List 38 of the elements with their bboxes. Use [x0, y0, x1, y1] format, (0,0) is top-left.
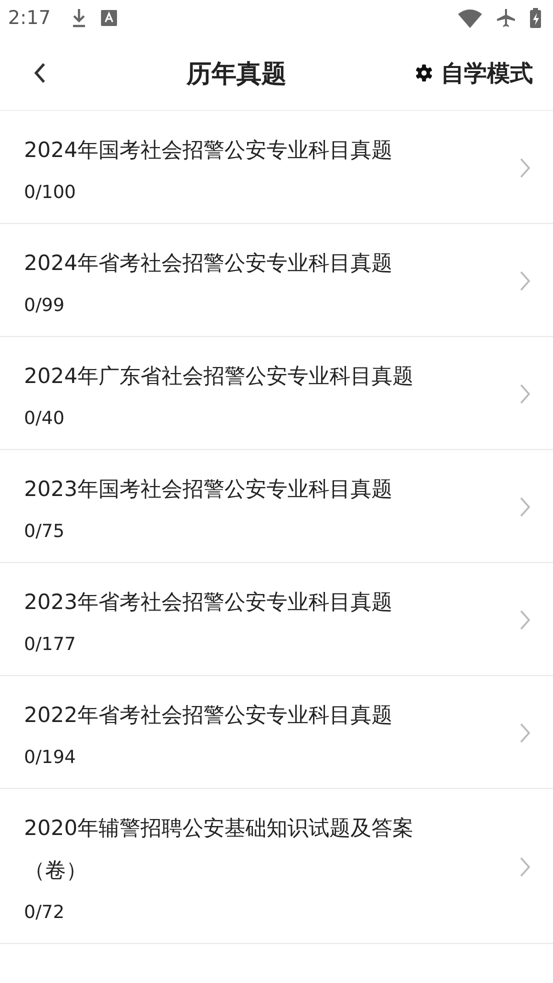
exam-list-item[interactable]: 2023年省考社会招警公安专业科目真题 0/177: [0, 563, 553, 676]
progress-count: 0/75: [24, 520, 66, 544]
exam-list-item[interactable]: 2024年国考社会招警公安专业科目真题 0/100: [0, 111, 553, 224]
chevron-right-icon: [519, 157, 531, 179]
exam-title: 2020年辅警招聘公安基础知识试题及答案（卷）: [24, 815, 414, 884]
gear-icon: [415, 64, 433, 82]
status-time: 2:17: [8, 7, 51, 29]
exam-list-item[interactable]: 2024年省考社会招警公安专业科目真题 0/99: [0, 224, 553, 337]
exam-list-item[interactable]: 2023年国考社会招警公安专业科目真题 0/75: [0, 450, 553, 563]
wifi-icon: [458, 8, 482, 28]
page-title: 历年真题: [185, 58, 288, 90]
progress-count: 0/40: [24, 407, 66, 431]
exam-title: 2022年省考社会招警公安专业科目真题: [24, 702, 394, 729]
progress-count: 0/177: [24, 633, 77, 657]
exam-title: 2024年广东省社会招警公安专业科目真题: [24, 363, 414, 390]
chevron-right-icon: [519, 496, 531, 518]
self-study-mode-button[interactable]: 自学模式: [415, 58, 533, 88]
chevron-right-icon: [519, 270, 531, 292]
chevron-right-icon: [519, 856, 531, 878]
progress-count: 0/99: [24, 294, 66, 318]
chevron-right-icon: [519, 609, 531, 631]
progress-count: 0/194: [24, 746, 77, 770]
back-icon: [33, 62, 47, 84]
airplane-icon: [496, 8, 516, 28]
download-icon: [70, 8, 87, 28]
chevron-right-icon: [519, 722, 531, 744]
exam-title: 2024年省考社会招警公安专业科目真题: [24, 250, 394, 277]
exam-title: 2024年国考社会招警公安专业科目真题: [24, 137, 394, 164]
exam-list-item[interactable]: 2022年省考社会招警公安专业科目真题 0/194: [0, 676, 553, 789]
progress-count: 0/72: [24, 901, 66, 925]
progress-count: 0/100: [24, 181, 77, 205]
exam-title: 2023年省考社会招警公安专业科目真题: [24, 589, 394, 616]
battery-icon: [530, 8, 541, 28]
chevron-right-icon: [519, 383, 531, 405]
exam-title: 2023年国考社会招警公安专业科目真题: [24, 476, 394, 503]
text-icon: [100, 10, 117, 26]
exam-list-item[interactable]: 2024年广东省社会招警公安专业科目真题 0/40: [0, 337, 553, 450]
exam-list-item[interactable]: 2020年辅警招聘公安基础知识试题及答案（卷） 0/72: [0, 789, 553, 944]
